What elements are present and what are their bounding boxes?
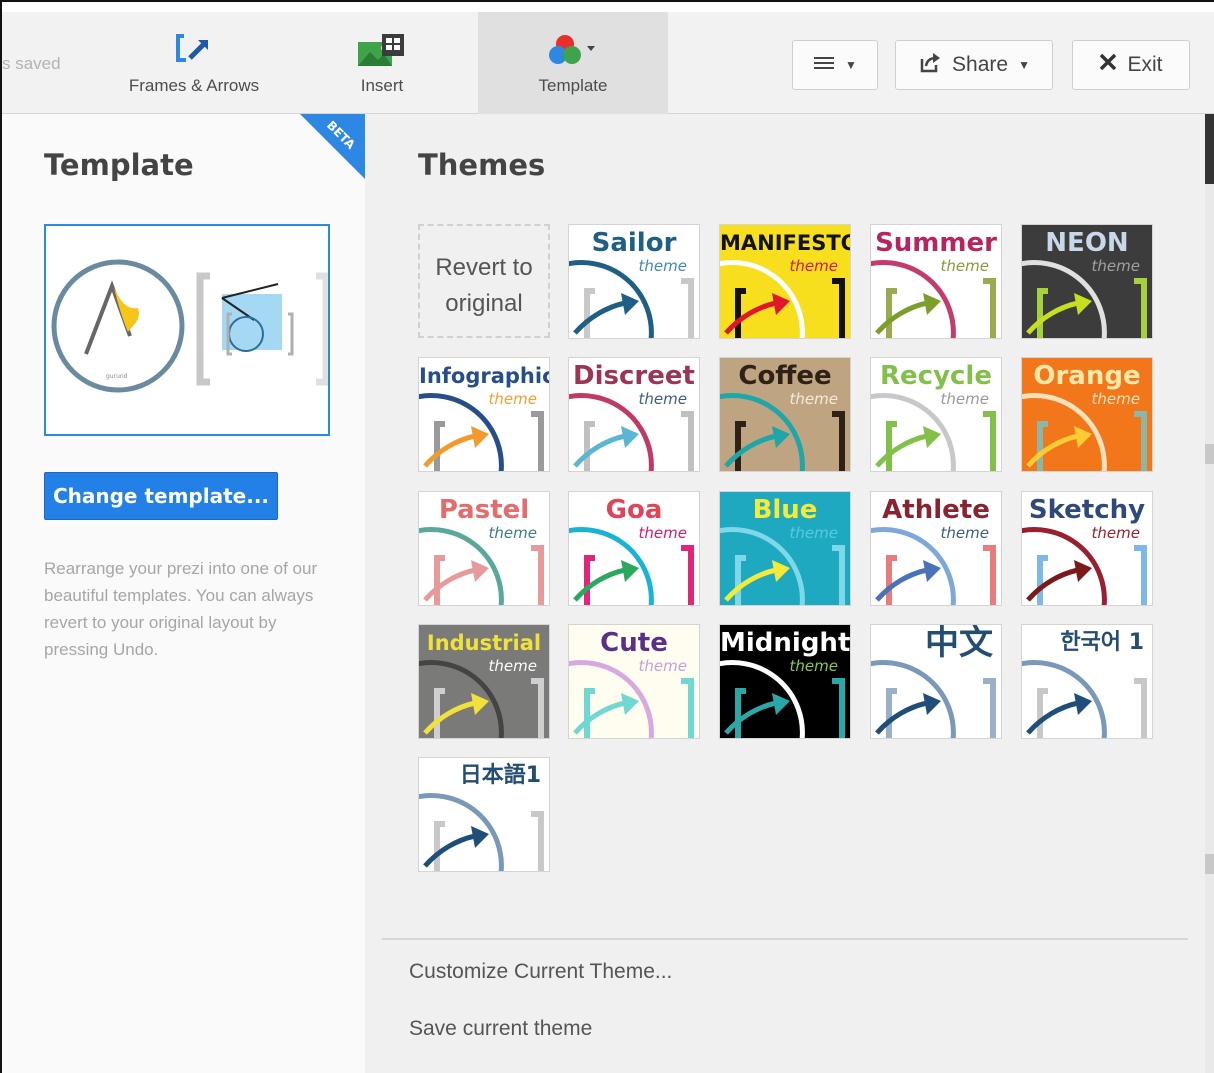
theme-tile[interactable]: Coffee theme	[719, 357, 851, 472]
share-button[interactable]: Share ▼	[895, 40, 1053, 90]
theme-name: Discreet	[573, 361, 695, 391]
close-icon	[1099, 53, 1117, 77]
theme-subtitle: theme	[1091, 390, 1140, 408]
color-palette-icon	[545, 32, 601, 72]
insert-tool[interactable]: Insert	[337, 12, 427, 114]
theme-name: Cute	[600, 628, 668, 658]
theme-tile[interactable]: Midnight theme	[719, 624, 851, 739]
theme-tile[interactable]: Recycle theme	[870, 357, 1002, 472]
theme-subtitle: theme	[488, 390, 537, 408]
theme-subtitle: theme	[638, 257, 687, 275]
template-preview[interactable]: gurund	[44, 224, 330, 436]
revert-line-1: Revert to	[435, 254, 533, 281]
theme-tile[interactable]: Athlete theme	[870, 491, 1002, 606]
theme-name: 日本語1	[459, 763, 541, 788]
frames-arrows-tool[interactable]: Frames & Arrows	[102, 12, 286, 114]
theme-tile[interactable]: Orange theme	[1021, 357, 1153, 472]
theme-subtitle: theme	[638, 524, 687, 542]
theme-subtitle: theme	[789, 257, 838, 275]
theme-name: Infographic	[419, 364, 550, 388]
theme-tile[interactable]: NEON theme	[1021, 224, 1153, 339]
template-panel: Template BETA gurund Change template...	[2, 114, 365, 1073]
template-preview-image: gurund	[51, 259, 330, 393]
caret-down-icon: ▼	[845, 58, 857, 72]
more-menu-button[interactable]: ▼	[792, 40, 878, 90]
template-description: Rearrange your prezi into one of our bea…	[44, 559, 318, 659]
theme-name: Summer	[875, 228, 997, 258]
theme-tile[interactable]: Pastel theme	[418, 491, 550, 606]
share-icon	[918, 51, 942, 79]
theme-subtitle: theme	[1091, 524, 1140, 542]
theme-tile[interactable]: Cute theme	[568, 624, 700, 739]
theme-subtitle: theme	[940, 524, 989, 542]
theme-name: Goa	[605, 495, 663, 525]
app-window: s saved Frames & Arrows Insert Template …	[0, 0, 1214, 1073]
insert-media-icon	[356, 32, 408, 72]
theme-tile[interactable]: Blue theme	[719, 491, 851, 606]
themes-title: Themes	[418, 148, 546, 182]
hamburger-icon	[813, 53, 835, 77]
scrollbar-mark	[1205, 854, 1214, 874]
theme-tile[interactable]: 中文	[870, 624, 1002, 739]
svg-text:gurund: gurund	[106, 373, 128, 380]
theme-name: Midnight	[720, 628, 851, 658]
theme-name: 한국어 1	[1060, 630, 1144, 655]
theme-subtitle: theme	[789, 390, 838, 408]
template-tool[interactable]: Template	[478, 12, 668, 114]
save-theme-link[interactable]: Save current theme	[409, 1017, 592, 1041]
theme-name: Recycle	[880, 361, 992, 391]
scrollbar-thumb[interactable]	[1205, 114, 1214, 184]
theme-tile[interactable]: Sketchy theme	[1021, 491, 1153, 606]
exit-button[interactable]: Exit	[1072, 40, 1190, 90]
theme-name: Coffee	[738, 361, 832, 391]
theme-subtitle: theme	[488, 657, 537, 675]
toolbar: s saved Frames & Arrows Insert Template …	[2, 12, 1214, 114]
theme-name: Athlete	[882, 495, 990, 525]
scrollbar-mark	[1205, 444, 1214, 464]
theme-name: Pastel	[438, 495, 530, 525]
theme-tile[interactable]: Summer theme	[870, 224, 1002, 339]
theme-tile[interactable]: Discreet theme	[568, 357, 700, 472]
theme-tile[interactable]: 한국어 1	[1021, 624, 1153, 739]
share-label: Share	[952, 53, 1009, 76]
revert-line-2: original	[445, 290, 523, 317]
theme-tile[interactable]: Goa theme	[568, 491, 700, 606]
theme-subtitle: theme	[488, 524, 537, 542]
theme-name: Industrial	[426, 631, 542, 655]
template-label: Template	[538, 76, 608, 95]
insert-label: Insert	[360, 76, 404, 95]
beta-badge: BETA	[300, 114, 365, 179]
theme-name: Sketchy	[1028, 495, 1146, 525]
caret-down-icon: ▼	[1018, 58, 1030, 72]
theme-name: NEON	[1045, 228, 1129, 258]
change-template-button[interactable]: Change template...	[44, 472, 278, 520]
panel-title: Template	[44, 148, 194, 182]
scrollbar[interactable]	[1205, 114, 1214, 1073]
theme-subtitle: theme	[1091, 257, 1140, 275]
theme-subtitle: theme	[789, 524, 838, 542]
theme-tile[interactable]: Infographic theme	[418, 357, 550, 472]
theme-name: Orange	[1033, 361, 1141, 391]
theme-subtitle: theme	[789, 657, 838, 675]
revert-to-original-tile[interactable]: Revert to original	[418, 224, 550, 338]
theme-tile[interactable]: Industrial theme	[418, 624, 550, 739]
theme-tile[interactable]: 日本語1	[418, 757, 550, 872]
themes-panel: Themes Revert to original Sailor theme MAN…	[365, 114, 1205, 1073]
theme-name: 中文	[925, 624, 993, 663]
divider	[382, 938, 1188, 940]
frames-arrows-icon	[174, 32, 214, 70]
theme-name: MANIFESTO	[720, 231, 851, 255]
theme-subtitle: theme	[638, 390, 687, 408]
save-status: s saved	[2, 54, 61, 73]
exit-label: Exit	[1127, 53, 1163, 76]
theme-tile[interactable]: Sailor theme	[568, 224, 700, 339]
theme-subtitle: theme	[940, 390, 989, 408]
theme-subtitle: theme	[940, 257, 989, 275]
frames-arrows-label: Frames & Arrows	[128, 76, 260, 95]
customize-theme-link[interactable]: Customize Current Theme...	[409, 960, 672, 984]
theme-name: Blue	[752, 495, 818, 525]
theme-subtitle: theme	[638, 657, 687, 675]
theme-tile[interactable]: MANIFESTO theme	[719, 224, 851, 339]
theme-name: Sailor	[591, 228, 677, 258]
